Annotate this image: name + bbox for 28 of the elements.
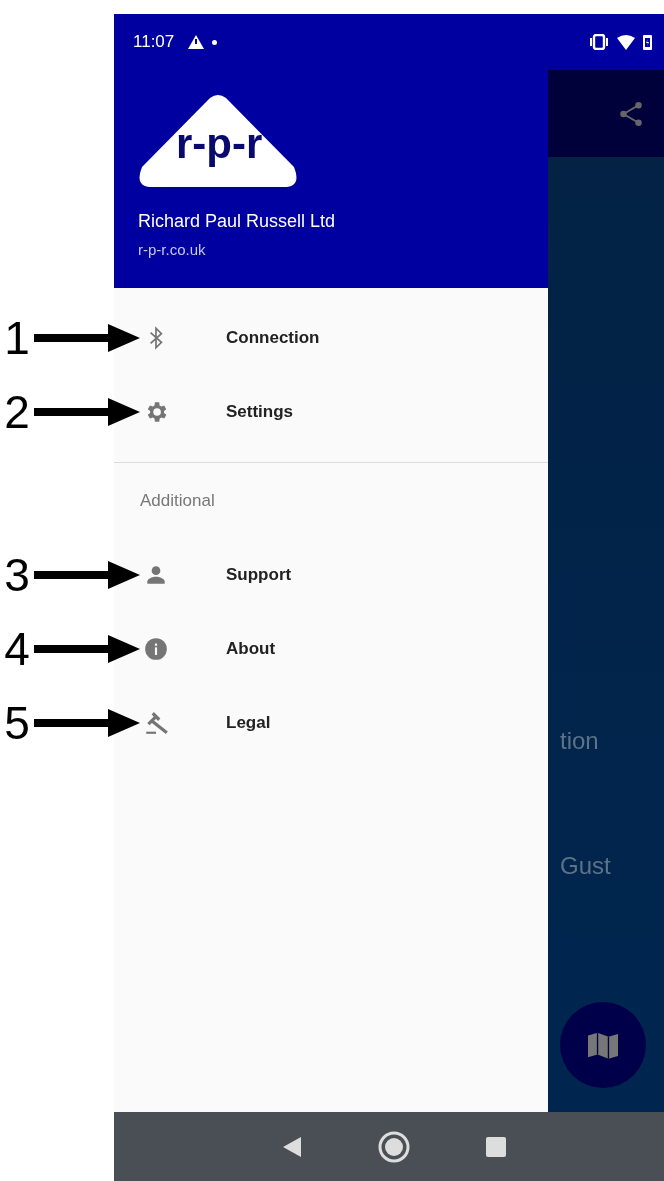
callout-number: 3: [3, 552, 31, 598]
menu-item[interactable]: Connection: [114, 301, 548, 375]
back-icon[interactable]: [281, 1134, 303, 1159]
menu-item[interactable]: About: [114, 612, 548, 686]
gavel-icon: [143, 710, 169, 736]
menu-item[interactable]: Settings: [114, 375, 548, 449]
wifi-icon: [617, 34, 635, 50]
callout-number: 5: [3, 700, 31, 746]
status-time: 11:07: [133, 32, 175, 52]
battery-icon: [643, 34, 652, 50]
company-name: Richard Paul Russell Ltd: [138, 211, 337, 232]
info-icon: [143, 636, 169, 662]
website-text: r-p-r.co.uk: [138, 241, 207, 258]
dot-icon: [212, 39, 218, 45]
vibrate-icon: [589, 34, 609, 50]
home-icon[interactable]: [377, 1129, 411, 1164]
logo-text: r-p-r: [176, 123, 263, 165]
dimmed-text: Gust: [560, 852, 611, 880]
menu-item[interactable]: Support: [114, 538, 548, 612]
dimmed-text: tion: [560, 727, 599, 755]
callout-number: 2: [3, 389, 31, 435]
callout-number: 1: [3, 315, 31, 361]
recents-icon[interactable]: [485, 1135, 507, 1158]
warning-icon: [188, 35, 205, 49]
menu-item[interactable]: Legal: [114, 686, 548, 760]
map-icon: [586, 1030, 620, 1060]
callout-number: 4: [3, 626, 31, 672]
section-subheader: Additional: [139, 489, 216, 512]
